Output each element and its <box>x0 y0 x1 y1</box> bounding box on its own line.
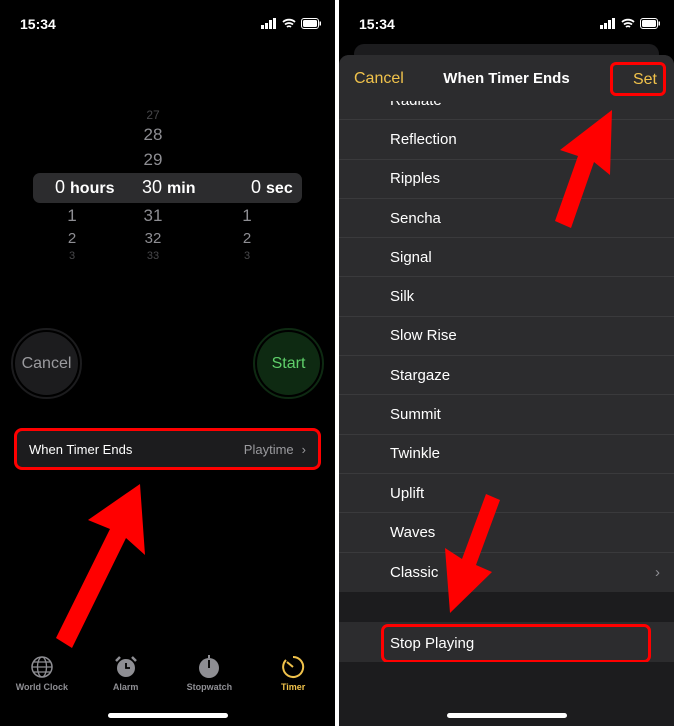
wifi-icon <box>282 18 296 28</box>
status-time: 15:34 <box>20 16 56 32</box>
list-item[interactable]: Reflection <box>339 120 674 160</box>
tab-bar: World Clock Alarm Stopwatch Timer <box>0 655 335 692</box>
tab-alarm[interactable]: Alarm <box>84 655 168 692</box>
when-timer-ends-row[interactable]: When Timer Ends Playtime › <box>14 428 321 470</box>
battery-icon <box>640 18 660 29</box>
sound-name: Classic <box>390 563 439 581</box>
battery-icon <box>301 18 321 29</box>
list-item[interactable]: Silk <box>339 277 674 317</box>
hours-unit: hours <box>70 180 115 197</box>
status-bar: 15:34 <box>20 16 321 34</box>
home-indicator <box>108 713 228 718</box>
picker-value: 32 <box>144 230 162 247</box>
picker-value: 2 <box>67 230 77 247</box>
picker-value: 29 <box>143 150 163 169</box>
hours-selected: 0 <box>55 177 66 197</box>
picker-value: 1 <box>67 206 77 225</box>
sound-name: Slow Rise <box>390 327 457 345</box>
sound-name: Uplift <box>390 484 425 502</box>
alarm-clock-icon <box>114 656 137 677</box>
sound-name: Waves <box>390 523 436 541</box>
sound-name: Summit <box>390 406 441 424</box>
picker-value: 31 <box>143 206 163 225</box>
wifi-icon <box>621 18 635 28</box>
section-gap <box>339 592 674 622</box>
list-item[interactable]: Twinkle <box>339 435 674 474</box>
list-item[interactable]: Stargaze <box>339 356 674 396</box>
list-item[interactable]: Slow Rise <box>339 317 674 357</box>
sound-name: Silk <box>390 288 415 306</box>
list-item[interactable]: Signal <box>339 238 674 278</box>
stopwatch-icon <box>199 655 220 678</box>
signal-icon <box>261 18 276 29</box>
when-timer-ends-label: When Timer Ends <box>29 441 133 457</box>
picker-value: 3 <box>243 250 251 262</box>
globe-icon <box>31 656 53 678</box>
picker-value: 3 <box>68 250 76 262</box>
tab-world-clock[interactable]: World Clock <box>0 655 84 692</box>
status-bar: 15:34 <box>359 16 660 34</box>
picker-value: 27 <box>146 108 160 122</box>
set-button[interactable]: Set <box>610 62 666 96</box>
seconds-selected: 0 <box>251 177 262 197</box>
start-button[interactable]: Start <box>253 328 324 399</box>
chevron-right-icon: › <box>655 563 660 581</box>
timer-screen: 15:34 27 28 29 31 32 33 30 min 1 2 3 0 h… <box>0 0 335 726</box>
signal-icon <box>600 18 615 29</box>
picker-value: 28 <box>143 125 163 144</box>
cancel-label: Cancel <box>21 354 72 372</box>
tab-stopwatch[interactable]: Stopwatch <box>168 655 252 692</box>
sound-name: Ripples <box>390 170 441 188</box>
picker-value: 33 <box>146 250 160 262</box>
tab-label: Alarm <box>112 682 139 692</box>
list-item[interactable]: Sencha <box>339 199 674 239</box>
list-item[interactable]: Uplift <box>339 474 674 514</box>
stop-playing-row[interactable]: Stop Playing <box>339 622 674 663</box>
list-item[interactable]: Ripples <box>339 160 674 199</box>
sound-list[interactable]: Radiate Reflection Ripples Sencha Signal… <box>339 81 674 592</box>
tab-label: Stopwatch <box>186 682 233 692</box>
sound-name: Stargaze <box>390 366 451 384</box>
list-item-classic[interactable]: Classic › <box>339 553 674 592</box>
list-item[interactable]: Waves <box>339 513 674 553</box>
sound-name: Reflection <box>390 130 457 148</box>
status-time: 15:34 <box>359 16 395 32</box>
sound-name: Twinkle <box>390 445 441 463</box>
when-timer-ends-value: Playtime <box>243 441 294 457</box>
chevron-right-icon: › <box>301 441 306 457</box>
picker-value: 1 <box>242 206 252 225</box>
list-item[interactable]: Summit <box>339 395 674 435</box>
sound-name: Signal <box>390 248 432 266</box>
tab-label: World Clock <box>15 682 69 692</box>
sound-name: Sencha <box>390 209 441 227</box>
timer-icon <box>282 655 305 678</box>
stop-playing-label: Stop Playing <box>390 635 475 652</box>
picker-value: 2 <box>242 230 252 247</box>
tab-timer[interactable]: Timer <box>251 655 335 692</box>
sound-picker-screen: 15:34 Radiate Reflection Ripples Sencha … <box>339 0 674 726</box>
minutes-unit: min <box>167 180 196 197</box>
minutes-selected: 30 <box>142 177 163 197</box>
start-label: Start <box>271 354 306 372</box>
seconds-unit: sec <box>266 180 293 197</box>
cancel-button[interactable]: Cancel <box>11 328 82 399</box>
when-timer-ends-sheet: Radiate Reflection Ripples Sencha Signal… <box>339 55 674 726</box>
tab-label: Timer <box>280 682 306 692</box>
sheet-header: Cancel When Timer Ends Set <box>339 55 674 101</box>
home-indicator <box>447 713 567 718</box>
